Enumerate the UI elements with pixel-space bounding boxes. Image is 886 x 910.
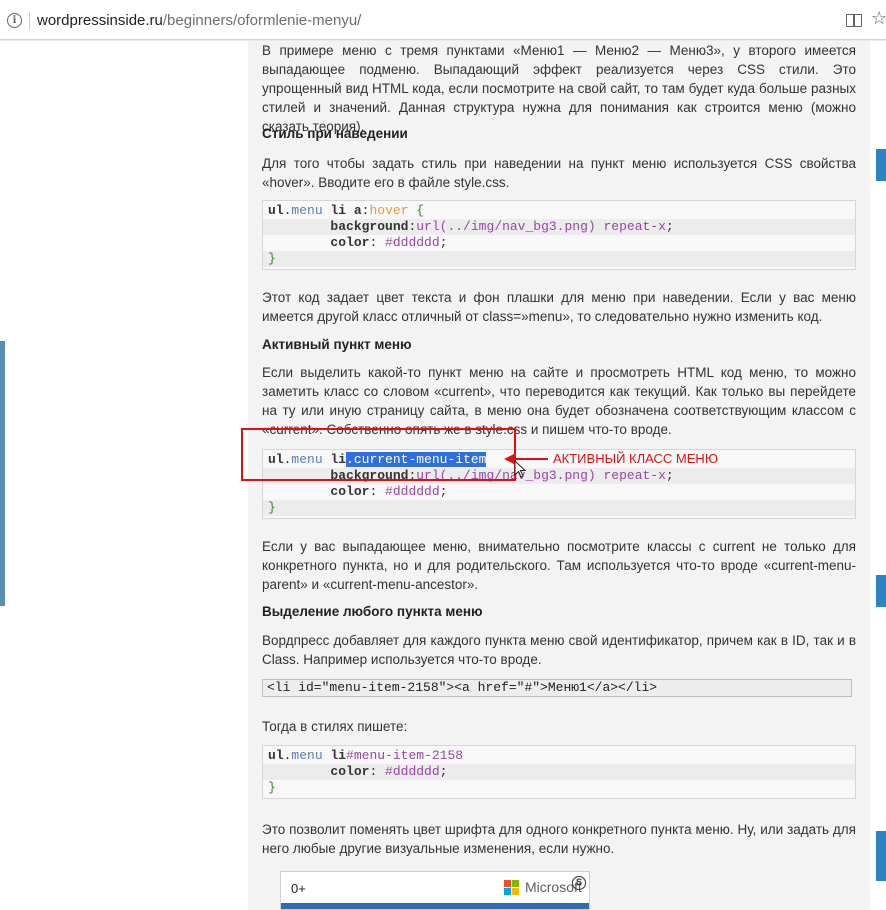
bookmark-star-icon[interactable]: ☆ <box>871 9 886 29</box>
code-token: } <box>268 500 276 515</box>
right-tab-2[interactable] <box>876 575 886 607</box>
right-sidebar <box>870 41 886 910</box>
product-thumbnail[interactable]: 0+ Microsoft S <box>280 871 590 910</box>
annotation-highlight-box <box>241 428 516 481</box>
code-token: } <box>268 780 276 795</box>
code-block-id: ul.menu li#menu-item-2158 color: #dddddd… <box>262 745 856 799</box>
active-heading: Активный пункт меню <box>262 337 412 352</box>
url-text[interactable]: wordpressinside.ru/beginners/oformlenie-… <box>37 12 361 30</box>
final-paragraph: Это позволит поменять цвет шрифта для од… <box>262 822 856 856</box>
then-paragraph: Тогда в стилях пишете: <box>262 719 408 734</box>
code-line: color: #dddddd; <box>263 484 855 500</box>
code-token: ; <box>665 468 674 483</box>
code-token: #dddddd <box>377 484 440 499</box>
code-token: ul <box>268 203 284 218</box>
code-token: a <box>353 203 362 218</box>
intro-paragraph: В примере меню с тремя пунктами «Меню1 —… <box>262 43 856 134</box>
code-token: color <box>330 764 370 779</box>
code-token: hover <box>369 203 409 218</box>
code-token: ul <box>268 748 284 763</box>
microsoft-logo-icon <box>504 880 520 896</box>
address-separator <box>29 12 30 30</box>
url-path: /beginners/oformlenie-menyu/ <box>162 12 362 29</box>
code-token: ; <box>439 484 448 499</box>
dropdown-paragraph: Если у вас выпадающее меню, внимательно … <box>262 539 856 592</box>
code-token: color <box>330 484 370 499</box>
hover-paragraph: Для того чтобы задать стиль при наведени… <box>262 156 856 190</box>
code-token: ; <box>665 219 674 234</box>
code-line: } <box>263 251 855 267</box>
code-token: #dddddd <box>377 235 440 250</box>
annotation-arrow-icon <box>504 454 548 464</box>
skype-icon: S <box>572 876 586 890</box>
hover-note-paragraph: Этот код задает цвет текста и фон плашки… <box>262 290 856 324</box>
code-token: color <box>330 235 370 250</box>
code-block-hover: ul.menu li a:hover { background:url(../i… <box>262 200 856 270</box>
mouse-cursor-icon <box>514 460 526 478</box>
code-token: menu <box>291 203 323 218</box>
code-line: ul.menu li#menu-item-2158 <box>263 748 855 764</box>
code-token: } <box>268 251 276 266</box>
code-line: background:url(../img/nav_bg3.png) repea… <box>263 219 855 235</box>
inline-code-li: <li id="menu-item-2158"><a href="#">Меню… <box>262 679 852 697</box>
reader-mode-icon[interactable] <box>846 14 862 27</box>
age-rating-label: 0+ <box>291 881 306 896</box>
address-bar[interactable]: i wordpressinside.ru/beginners/oformleni… <box>0 0 886 40</box>
code-token: li <box>322 203 354 218</box>
any-item-heading: Выделение любого пункта меню <box>262 604 483 619</box>
url-host: wordpressinside.ru <box>37 12 163 29</box>
left-accent-bar <box>0 341 5 606</box>
code-token: menu <box>291 748 323 763</box>
any-item-paragraph: Вордпресс добавляет для каждого пункта м… <box>262 633 856 667</box>
code-token: li <box>322 748 347 763</box>
code-line: ul.menu li a:hover { <box>263 203 855 219</box>
hover-heading: Стиль при наведении <box>262 126 408 141</box>
code-token: repeat-x <box>595 219 666 234</box>
code-token: #menu-item-2158 <box>346 748 464 763</box>
code-token: ; <box>439 235 448 250</box>
annotation-label: АКТИВНЫЙ КЛАСС МЕНЮ <box>553 451 718 466</box>
code-token: { <box>408 203 425 218</box>
code-token: url(../img/nav_bg3.png) <box>416 219 596 234</box>
code-line: color: #dddddd; <box>263 235 855 251</box>
left-sidebar <box>0 41 248 910</box>
code-token: ; <box>439 764 448 779</box>
code-token: background <box>330 219 409 234</box>
code-line: } <box>263 500 855 516</box>
info-icon[interactable]: i <box>7 13 22 28</box>
right-tab-1[interactable] <box>876 149 886 181</box>
thumbnail-bar <box>281 903 589 909</box>
code-token: repeat-x <box>595 468 666 483</box>
code-line: color: #dddddd; <box>263 764 855 780</box>
code-token: #dddddd <box>377 764 440 779</box>
code-line: } <box>263 780 855 796</box>
right-tab-3[interactable] <box>876 831 886 881</box>
